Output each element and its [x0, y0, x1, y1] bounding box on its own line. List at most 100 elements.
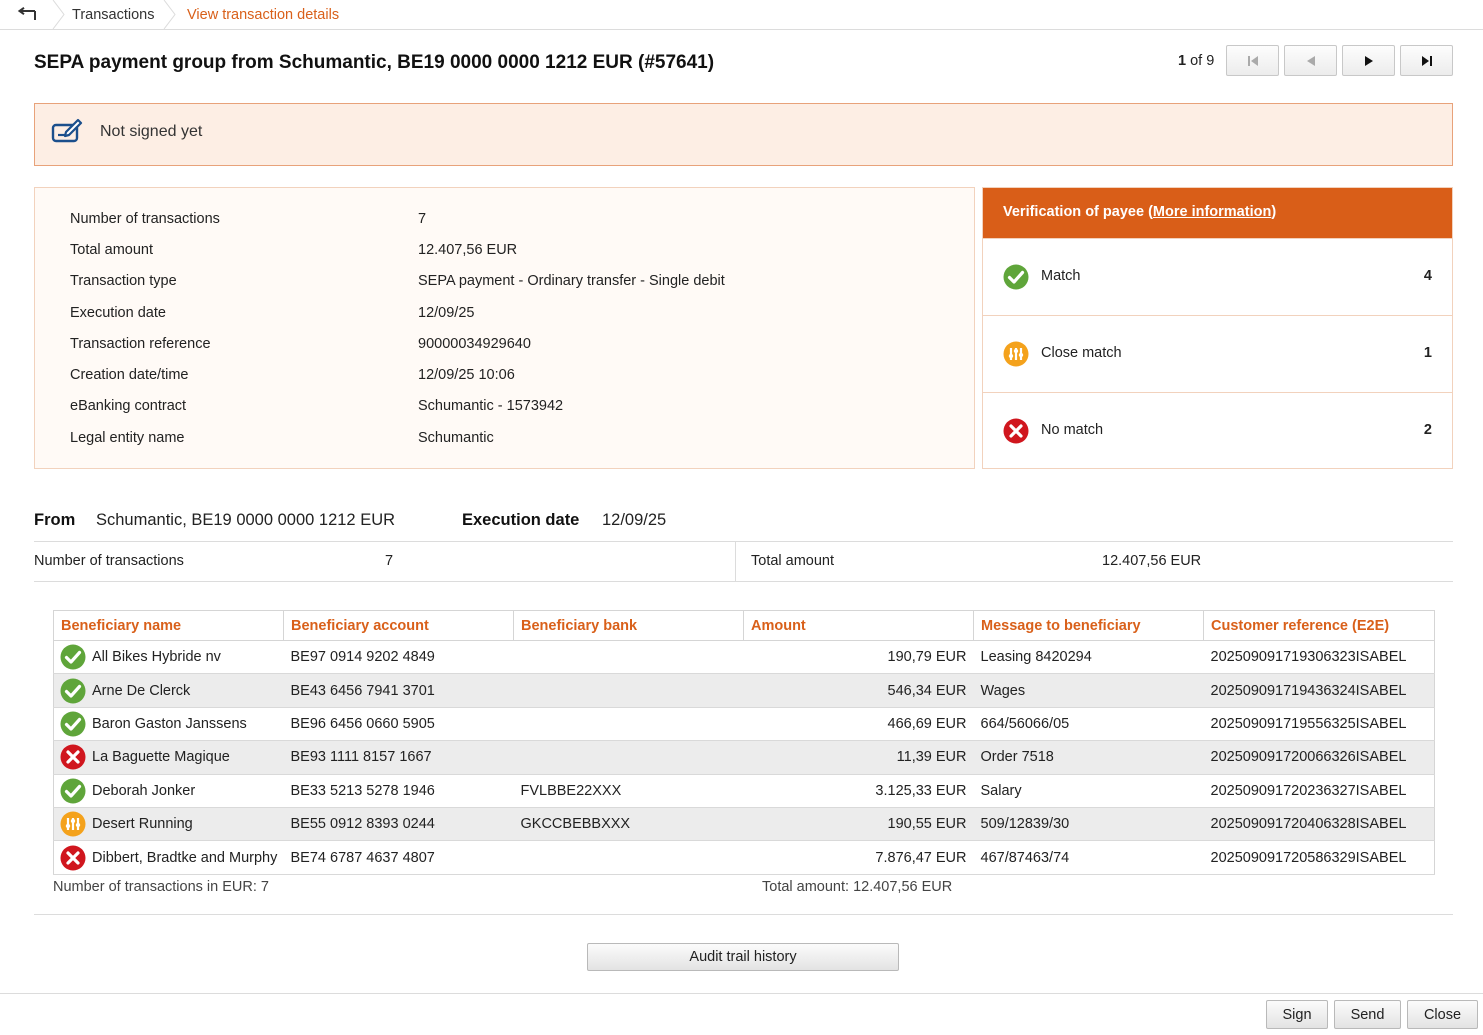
customer-reference: 202509091720586329ISABEL: [1203, 840, 1435, 875]
next-page-button[interactable]: [1342, 45, 1395, 76]
beneficiary-name: Deborah Jonker: [92, 782, 196, 799]
action-bar: [0, 993, 1483, 1035]
table-row[interactable]: All Bikes Hybride nv BE97 0914 9202 4849…: [53, 640, 1435, 675]
amount: 546,34 EUR: [743, 673, 974, 708]
execution-date-value: 12/09/25: [602, 511, 667, 529]
summary-count-label: Number of transactions: [34, 553, 184, 569]
first-page-button[interactable]: [1226, 45, 1279, 76]
signature-status-text: Not signed yet: [100, 123, 203, 140]
beneficiary-account: BE43 6456 7941 3701: [283, 673, 514, 708]
beneficiary-bank: [513, 673, 744, 708]
customer-reference: 202509091720236327ISABEL: [1203, 774, 1435, 808]
customer-reference: 202509091719556325ISABEL: [1203, 707, 1435, 742]
table-footer-count: Number of transactions in EUR: 7: [53, 879, 269, 895]
beneficiary-account: BE96 6456 0660 5905: [283, 707, 514, 742]
customer-reference: 202509091719436324ISABEL: [1203, 673, 1435, 708]
detail-label: Legal entity name: [70, 430, 185, 446]
message: 467/87463/74: [973, 840, 1204, 875]
column-header[interactable]: Beneficiary bank: [513, 610, 744, 641]
beneficiary-bank: [513, 840, 744, 875]
column-header[interactable]: Amount: [743, 610, 974, 641]
detail-label: Transaction type: [70, 273, 177, 289]
column-header[interactable]: Beneficiary account: [283, 610, 514, 641]
sign-button[interactable]: Sign: [1266, 1000, 1328, 1029]
no-match-icon: [60, 744, 86, 770]
verification-row-no-match: No match 2: [983, 392, 1452, 469]
amount: 190,79 EUR: [743, 640, 974, 675]
detail-value: Schumantic: [418, 430, 494, 446]
match-check-icon: [60, 644, 86, 670]
summary-row: Number of transactions 7 Total amount 12…: [34, 541, 1453, 582]
close-match-icon: [1003, 341, 1029, 367]
first-page-icon: [1247, 55, 1258, 66]
no-match-icon: [1003, 418, 1029, 444]
detail-label: Creation date/time: [70, 367, 189, 383]
beneficiary-name: All Bikes Hybride nv: [92, 649, 221, 666]
amount: 7.876,47 EUR: [743, 840, 974, 875]
detail-value: SEPA payment - Ordinary transfer - Singl…: [418, 273, 725, 289]
message: Order 7518: [973, 740, 1204, 775]
table-row[interactable]: Baron Gaston Janssens BE96 6456 0660 590…: [53, 707, 1435, 742]
beneficiary-bank: [513, 707, 744, 742]
page-title: SEPA payment group from Schumantic, BE19…: [34, 52, 715, 73]
detail-value: 7: [418, 211, 427, 227]
beneficiary-name: Desert Running: [92, 816, 193, 833]
breadcrumb-transactions[interactable]: Transactions: [72, 7, 154, 23]
verification-of-payee-card: Verification of payee (More information)…: [982, 187, 1453, 469]
no-match-icon: [60, 845, 86, 871]
column-header[interactable]: Message to beneficiary: [973, 610, 1204, 641]
pager-of: of 9: [1190, 53, 1215, 69]
table-row[interactable]: La Baguette Magique BE93 1111 8157 1667 …: [53, 740, 1435, 775]
more-information-link[interactable]: More information: [1153, 204, 1271, 220]
back-arrow-icon: [17, 6, 36, 20]
detail-value: 12/09/25 10:06: [418, 367, 515, 383]
customer-reference: 202509091720066326ISABEL: [1203, 740, 1435, 775]
detail-label: Number of transactions: [70, 211, 220, 227]
audit-trail-history-button[interactable]: Audit trail history: [587, 943, 899, 971]
detail-value: 12/09/25: [418, 305, 475, 321]
back-button[interactable]: [0, 0, 52, 29]
table-row[interactable]: Deborah Jonker BE33 5213 5278 1946 FVLBB…: [53, 774, 1435, 808]
verification-row-match: Match 4: [983, 238, 1452, 315]
beneficiary-bank: GKCCBEBBXXX: [513, 807, 744, 842]
last-page-button[interactable]: [1400, 45, 1453, 76]
verification-row-close-match: Close match 1: [983, 315, 1452, 392]
close-match-icon: [60, 811, 86, 837]
table-row[interactable]: Desert Running BE55 0912 8393 0244 GKCCB…: [53, 807, 1435, 842]
breadcrumb-separator-icon: [52, 0, 65, 29]
verification-count: 4: [1423, 268, 1432, 284]
previous-page-button[interactable]: [1284, 45, 1337, 76]
summary-divider: [735, 542, 736, 582]
pager-current: 1: [1178, 53, 1187, 69]
match-check-icon: [60, 678, 86, 704]
verification-count: 1: [1423, 345, 1432, 361]
verification-header: Verification of payee (More information): [983, 188, 1452, 238]
customer-reference: 202509091719306323ISABEL: [1203, 640, 1435, 675]
match-check-icon: [60, 778, 86, 804]
pager-indicator: 1 of 9: [1178, 53, 1214, 69]
verification-label: Close match: [1041, 345, 1122, 361]
table-row[interactable]: Dibbert, Bradtke and Murphy BE74 6787 46…: [53, 840, 1435, 875]
customer-reference: 202509091720406328ISABEL: [1203, 807, 1435, 842]
table-row[interactable]: Arne De Clerck BE43 6456 7941 3701 546,3…: [53, 673, 1435, 708]
verification-title: Verification of payee: [1003, 204, 1145, 220]
breadcrumb-current: View transaction details: [187, 7, 340, 23]
execution-date-label: Execution date: [462, 511, 580, 529]
verification-link-close: ): [1271, 204, 1277, 220]
transaction-details-card: Number of transactions 7 Total amount 12…: [34, 187, 975, 469]
column-header[interactable]: Beneficiary name: [53, 610, 284, 641]
beneficiary-name: Arne De Clerck: [92, 682, 191, 699]
close-button[interactable]: Close: [1407, 1000, 1478, 1029]
beneficiary-account: BE33 5213 5278 1946: [283, 774, 514, 808]
verification-label: No match: [1041, 422, 1104, 438]
column-header[interactable]: Customer reference (E2E): [1203, 610, 1435, 641]
summary-total-value: 12.407,56 EUR: [1102, 553, 1202, 569]
beneficiary-name: Baron Gaston Janssens: [92, 715, 247, 732]
amount: 11,39 EUR: [743, 740, 974, 775]
beneficiary-account: BE93 1111 8157 1667: [283, 740, 514, 775]
detail-label: Execution date: [70, 305, 166, 321]
send-button[interactable]: Send: [1334, 1000, 1401, 1029]
beneficiary-bank: [513, 740, 744, 775]
match-check-icon: [60, 711, 86, 737]
detail-label: Total amount: [70, 242, 154, 258]
